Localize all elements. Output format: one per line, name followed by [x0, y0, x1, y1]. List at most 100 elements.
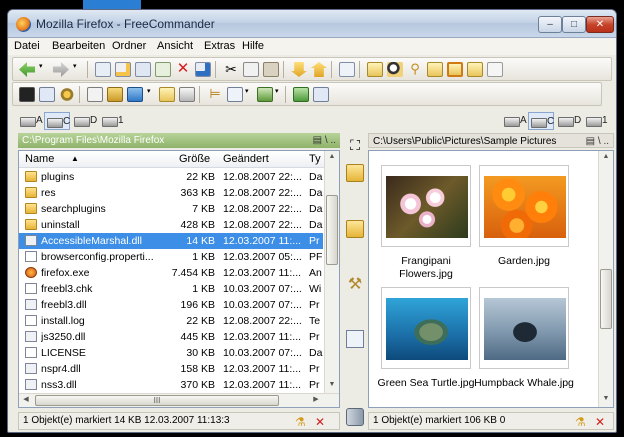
menu-bearbeiten[interactable]: Bearbeiten	[52, 40, 105, 52]
file-row[interactable]: AccessibleMarshal.dll 14 KB 12.03.2007 11:…	[19, 233, 323, 249]
computer-icon[interactable]	[39, 87, 55, 102]
scroll-left-icon[interactable]: ◀	[19, 394, 33, 406]
refresh-icon[interactable]	[179, 87, 195, 102]
drive-a-button[interactable]: A	[502, 112, 527, 130]
view-mode-dropdown-icon[interactable]: ▾	[147, 87, 153, 102]
edit-file-icon[interactable]	[115, 62, 131, 77]
left-hscroll-thumb[interactable]: III	[35, 395, 279, 406]
drive-a-button[interactable]: A	[18, 112, 43, 130]
left-scroll-thumb[interactable]	[326, 195, 338, 265]
favorites-folder-icon[interactable]	[447, 62, 463, 77]
left-path-tools[interactable]: ▤ \ ..	[313, 133, 336, 148]
close-button[interactable]: ✕	[586, 16, 614, 33]
file-row[interactable]: freebl3.dll 196 KB 10.03.2007 07:... Pr	[19, 297, 323, 313]
folder-history-icon[interactable]	[467, 62, 483, 77]
file-row[interactable]: nss3.dll 370 KB 12.03.2007 11:... Pr	[19, 377, 323, 393]
left-path-bar[interactable]: C:\Program Files\Mozilla Firefox ▤ \ ..	[18, 133, 340, 148]
quick-view-icon[interactable]	[87, 87, 103, 102]
drive-1-button[interactable]: 1	[584, 112, 610, 130]
settings-gear-icon[interactable]	[59, 87, 75, 102]
back-arrow-icon[interactable]	[19, 62, 35, 77]
right-vertical-scrollbar[interactable]: ▲ ▼	[598, 151, 613, 407]
file-row[interactable]: nspr4.dll 158 KB 12.03.2007 11:... Pr	[19, 361, 323, 377]
scroll-up-icon[interactable]: ▲	[325, 151, 339, 163]
file-row[interactable]: install.log 22 KB 12.08.2007 22:... Te	[19, 313, 323, 329]
file-row[interactable]: freebl3.chk 1 KB 10.03.2007 07:... Wi	[19, 281, 323, 297]
drive-d-button[interactable]: D	[556, 112, 582, 130]
drive-1-button[interactable]: 1	[100, 112, 126, 130]
column-name-header[interactable]: Name	[25, 153, 54, 165]
swap-panels-icon[interactable]	[293, 87, 309, 102]
right-thumbnail-panel[interactable]: Frangipani Flowers.jpg Garden.jpg Green …	[368, 150, 614, 408]
file-row[interactable]: firefox.exe 7.454 KB 12.03.2007 11:... An	[19, 265, 323, 281]
binoculars-icon[interactable]: ⛶	[346, 136, 364, 154]
unpack-icon[interactable]	[311, 62, 327, 77]
view-file-icon[interactable]	[95, 62, 111, 77]
right-scroll-thumb[interactable]	[600, 269, 612, 329]
dos-prompt-icon[interactable]	[19, 87, 35, 102]
file-row[interactable]: js3250.dll 445 KB 12.03.2007 11:... Pr	[19, 329, 323, 345]
right-path-bar[interactable]: C:\Users\Public\Pictures\Sample Pictures…	[368, 133, 614, 148]
recycle-bin-icon[interactable]	[346, 408, 364, 426]
file-row[interactable]: res 363 KB 12.08.2007 22:... Da	[19, 185, 323, 201]
pack-icon[interactable]	[291, 62, 307, 77]
scroll-down-icon[interactable]: ▼	[325, 379, 339, 391]
copy-file-icon[interactable]	[135, 62, 151, 77]
left-horizontal-scrollbar[interactable]: ◀ III ▶	[19, 393, 339, 407]
menu-hilfe[interactable]: Hilfe	[242, 40, 264, 52]
drive-c-button[interactable]: C	[44, 112, 70, 130]
tree-view-icon[interactable]: ⊨	[207, 87, 223, 102]
file-row[interactable]: uninstall 428 KB 12.08.2007 22:... Da	[19, 217, 323, 233]
rename-icon[interactable]	[195, 62, 211, 77]
scroll-down-icon[interactable]: ▼	[599, 393, 613, 405]
move-file-icon[interactable]	[155, 62, 171, 77]
split-view-icon[interactable]	[257, 87, 273, 102]
copy-arrow-icon[interactable]	[346, 330, 364, 348]
search-icon[interactable]	[387, 62, 403, 77]
columns-icon[interactable]	[227, 87, 243, 102]
view-mode-icon[interactable]	[127, 87, 143, 102]
columns-dropdown-icon[interactable]: ▾	[245, 87, 251, 102]
filter-status-icon[interactable]: ⚗	[295, 414, 306, 430]
file-row[interactable]: LICENSE 30 KB 10.03.2007 07:... Da	[19, 345, 323, 361]
file-row[interactable]: browserconfig.properti... 1 KB 12.03.2007 …	[19, 249, 323, 265]
folder-size-icon[interactable]	[159, 87, 175, 102]
maximize-button[interactable]: □	[562, 16, 586, 33]
new-folder-icon[interactable]	[367, 62, 383, 77]
minimize-button[interactable]: –	[538, 16, 562, 33]
column-size-header[interactable]: Größe	[179, 153, 210, 165]
file-row[interactable]: searchplugins 7 KB 12.08.2007 22:... Da	[19, 201, 323, 217]
sync-panels-icon[interactable]	[313, 87, 329, 102]
menu-ansicht[interactable]: Ansicht	[157, 40, 193, 52]
drive-d-button[interactable]: D	[72, 112, 98, 130]
menu-extras[interactable]: Extras	[204, 40, 235, 52]
filter-icon[interactable]: ⚲	[407, 62, 423, 77]
drive-c-button[interactable]: C	[528, 112, 554, 130]
copy-icon[interactable]	[243, 62, 259, 77]
left-file-panel[interactable]: Name ▲ Größe Geändert Ty plugins 22 KB 12.…	[18, 150, 340, 408]
remove-filter-icon[interactable]: ✕	[315, 414, 325, 430]
split-view-dropdown-icon[interactable]: ▾	[275, 87, 281, 102]
column-date-header[interactable]: Geändert	[223, 153, 269, 165]
menu-ordner[interactable]: Ordner	[112, 40, 146, 52]
tools-icon[interactable]: ⚒	[346, 276, 364, 294]
left-vertical-scrollbar[interactable]: ▲ ▼	[324, 151, 339, 393]
title-bar[interactable]: Mozilla Firefox - FreeCommander – □ ✕	[8, 10, 616, 38]
right-path-tools[interactable]: ▤ \ ..	[586, 134, 609, 149]
menu-datei[interactable]: Datei	[14, 40, 40, 52]
paste-icon[interactable]	[263, 62, 279, 77]
forward-dropdown-icon[interactable]: ▾	[73, 62, 79, 77]
forward-arrow-icon[interactable]	[53, 62, 69, 77]
properties-icon[interactable]	[339, 62, 355, 77]
clipboard-icon[interactable]	[487, 62, 503, 77]
delete-icon[interactable]: ✕	[175, 61, 191, 77]
scroll-right-icon[interactable]: ▶	[309, 394, 323, 406]
folder-sync-icon[interactable]	[427, 62, 443, 77]
scroll-up-icon[interactable]: ▲	[599, 151, 613, 163]
cut-icon[interactable]: ✂	[223, 62, 239, 77]
copy-to-folder-icon[interactable]	[346, 164, 364, 182]
filter-status-icon[interactable]: ⚗	[575, 414, 586, 430]
remove-filter-icon[interactable]: ✕	[595, 414, 605, 430]
back-dropdown-icon[interactable]: ▾	[39, 62, 45, 77]
file-row[interactable]: plugins 22 KB 12.08.2007 22:... Da	[19, 169, 323, 185]
